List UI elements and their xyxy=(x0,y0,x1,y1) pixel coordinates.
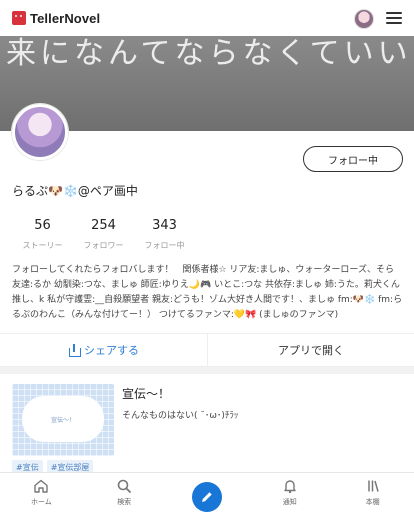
stat-label: フォロワー xyxy=(83,241,124,250)
stat-label: ストーリー xyxy=(22,241,63,250)
follow-button[interactable]: フォロー中 xyxy=(303,146,403,172)
stat-value: 56 xyxy=(34,218,51,233)
stat-stories[interactable]: 56 ストーリー xyxy=(12,218,73,251)
nav-label: 本棚 xyxy=(365,498,380,506)
app-logo[interactable]: TellerNovel xyxy=(12,11,100,26)
home-icon xyxy=(33,478,49,494)
open-in-app-button[interactable]: アプリで開く xyxy=(208,334,414,366)
banner-text: 来になんてならなくていいから xyxy=(6,36,414,71)
nav-home[interactable]: ホーム xyxy=(0,473,83,512)
action-row: シェアする アプリで開く xyxy=(0,333,414,367)
stat-followers[interactable]: 254 フォロワー xyxy=(73,218,134,251)
profile-bio: フォローしてくれたらフォロバします！ 関係者様☆ リア友:ましゅ、ウォーターロー… xyxy=(12,265,403,320)
stat-following[interactable]: 343 フォロー中 xyxy=(134,218,195,251)
stat-value: 343 xyxy=(152,218,177,233)
nav-label: 通知 xyxy=(282,498,297,506)
user-avatar[interactable] xyxy=(354,9,374,29)
search-icon xyxy=(116,478,132,494)
bell-icon xyxy=(282,478,298,494)
share-icon xyxy=(68,344,81,357)
logo-icon xyxy=(12,11,26,25)
profile-display-name: らるぷ🐶❄️@ペア画中 xyxy=(12,184,138,198)
pencil-icon xyxy=(201,492,212,502)
story-description: そんなものはない( ˘･ω･)ﾁﾗｯ xyxy=(122,411,239,421)
nav-label: 検索 xyxy=(117,498,132,506)
share-label: シェアする xyxy=(84,344,139,357)
profile-stats: 56 ストーリー 254 フォロワー 343 フォロー中 xyxy=(12,218,195,251)
section-divider xyxy=(0,367,414,374)
share-button[interactable]: シェアする xyxy=(0,334,208,366)
nav-search[interactable]: 検索 xyxy=(83,473,166,512)
bottom-navigation: ホーム 検索 通知 本棚 xyxy=(0,472,414,512)
story-cover[interactable]: 宣伝〜！ xyxy=(12,384,114,456)
profile-avatar xyxy=(12,104,68,160)
write-button[interactable] xyxy=(191,482,222,512)
top-bar: TellerNovel xyxy=(0,0,414,36)
story-title[interactable]: 宣伝〜！ xyxy=(122,385,170,402)
hamburger-menu-icon[interactable] xyxy=(386,12,402,24)
stat-value: 254 xyxy=(91,218,116,233)
app-name: TellerNovel xyxy=(30,10,101,26)
stat-label: フォロー中 xyxy=(144,241,185,250)
nav-bookshelf[interactable]: 本棚 xyxy=(331,473,414,512)
bookshelf-icon xyxy=(365,478,381,494)
nav-write[interactable] xyxy=(166,473,249,512)
cover-text: 宣伝〜！ xyxy=(22,396,104,442)
nav-label: ホーム xyxy=(31,498,52,506)
nav-notifications[interactable]: 通知 xyxy=(248,473,331,512)
